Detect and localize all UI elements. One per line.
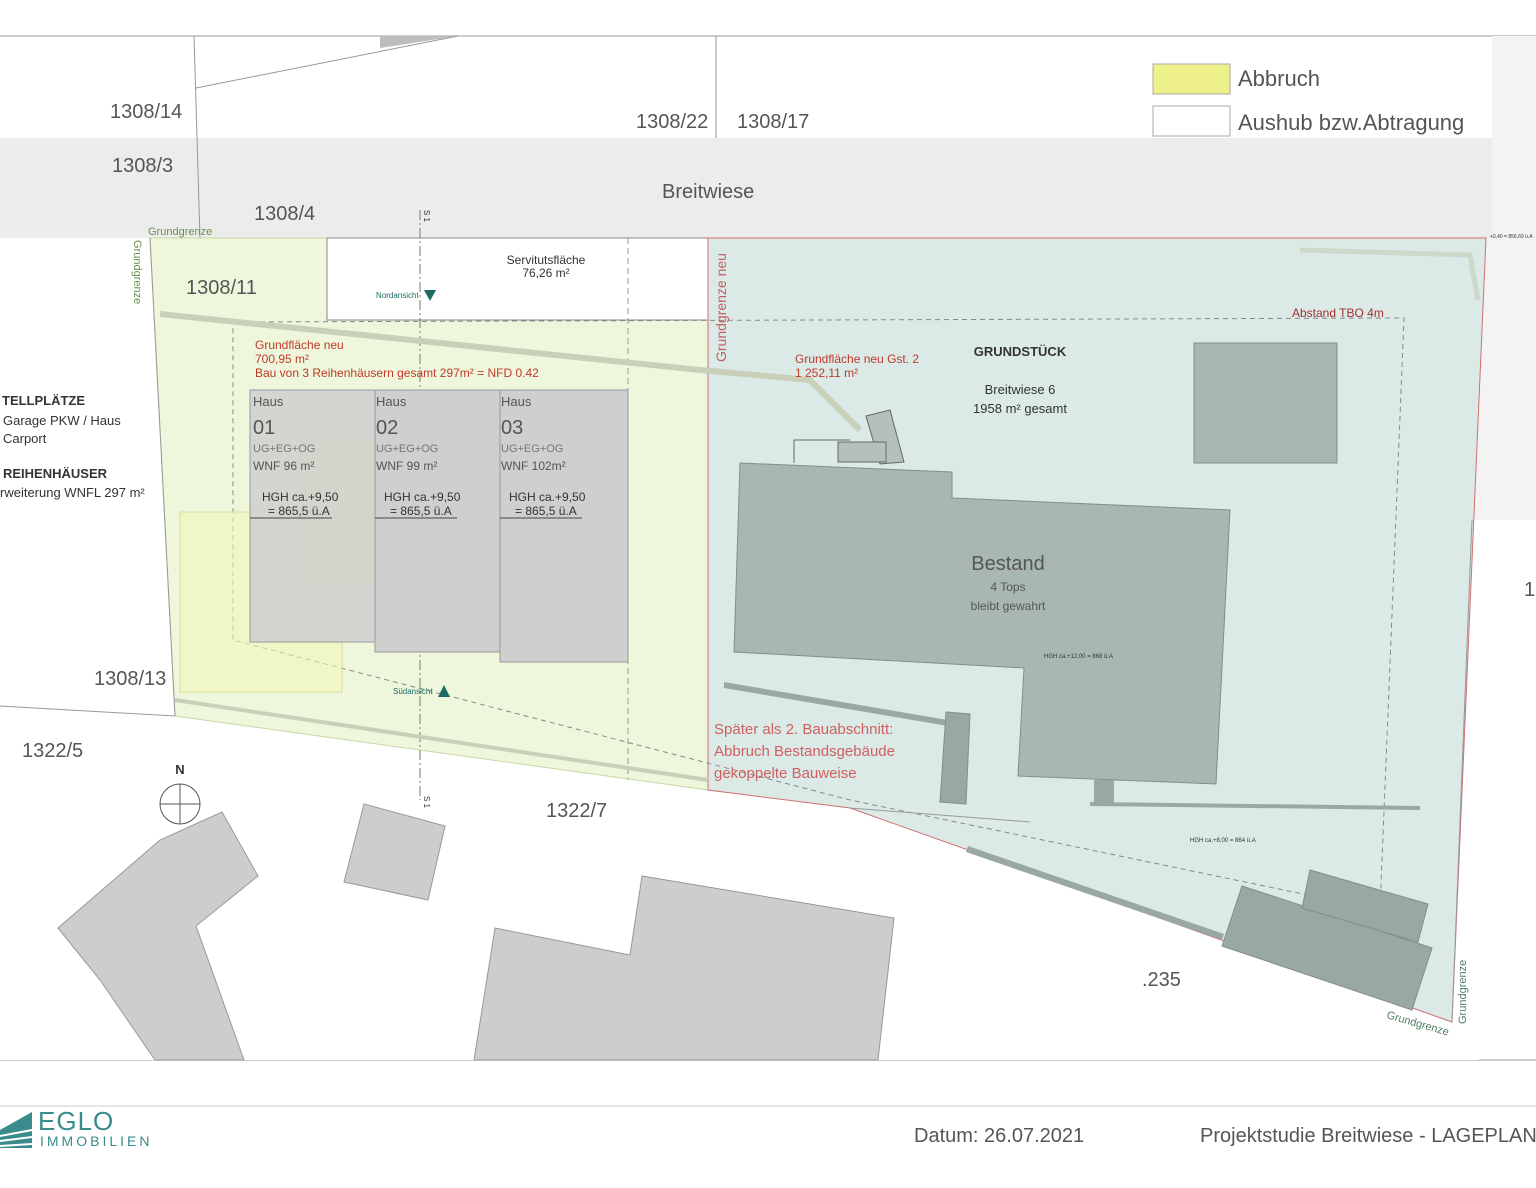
house-03-hgh1: HGH ca.+9,50	[509, 490, 586, 504]
neighbor-sliver	[380, 36, 458, 48]
logo-subtext: IMMOBILIEN	[40, 1133, 153, 1149]
parcel-label-1308-11: 1308/11	[186, 277, 257, 299]
footer-project-title: Projektstudie Breitwiese - LAGEPLAN	[1200, 1125, 1536, 1147]
legend-label-demolition: Abbruch	[1238, 66, 1320, 91]
left-extension: rweiterung WNFL 297 m²	[0, 485, 145, 500]
existing-units: 4 Tops	[990, 580, 1025, 594]
existing-title: Bestand	[971, 553, 1044, 575]
street-edge	[1492, 36, 1536, 238]
area-new-line1: Grundfläche neu	[255, 338, 344, 352]
plot-title: GRUNDSTÜCK	[974, 344, 1067, 359]
legend-swatch-excavation	[1152, 105, 1231, 137]
setback-label: Abstand TBO 4m	[1292, 306, 1384, 320]
north-view-label: Nordansicht	[376, 291, 419, 300]
house-01-hgh2: = 865,5 ü.A	[268, 504, 330, 518]
servitut-title: Servitutsfläche	[507, 253, 586, 267]
house-02-wnf: WNF 99 m²	[376, 459, 437, 473]
parcel-label-235: .235	[1142, 969, 1181, 991]
left-carport: Carport	[3, 431, 47, 446]
house-03-wnf: WNF 102m²	[501, 459, 566, 473]
parcel-label-1308-3: 1308/3	[112, 155, 173, 177]
phase2-line1: Später als 2. Bauabschnitt:	[714, 721, 893, 738]
parcel-label-13: 13	[1524, 579, 1536, 601]
left-garage: Garage PKW / Haus	[3, 413, 121, 428]
street-label: Breitwiese	[662, 181, 754, 203]
corner-height: +0,40 = 856,69 ü.A	[1490, 234, 1533, 240]
parcel-line-3	[195, 35, 459, 89]
section-label-top: S 1	[422, 210, 431, 223]
north-label: N	[175, 762, 184, 777]
post-1	[1094, 780, 1114, 804]
boundary-label-right: Grundgrenze	[1457, 960, 1469, 1024]
house-02-hgh1: HGH ca.+9,50	[384, 490, 461, 504]
section-label-bottom: S 1	[422, 796, 431, 809]
area-gst2-line2: 1 252,11 m²	[795, 366, 858, 380]
south-view-label: Südansicht	[393, 687, 433, 696]
left-parking-title: TELLPLÄTZE	[2, 393, 86, 408]
existing-status: bleibt gewahrt	[971, 599, 1046, 613]
parcel-label-1308-4: 1308/4	[254, 203, 315, 225]
stair-2	[837, 441, 887, 463]
parcel-label-1308-13: 1308/13	[94, 668, 166, 690]
phase2-line2: Abbruch Bestandsgebäude	[714, 743, 895, 760]
house-03-number: 03	[501, 417, 523, 439]
site-plan: N 1308/14 1308/22 1308/17 1308/3 1308/4 …	[0, 35, 1536, 1107]
area-gst2-line1: Grundfläche neu Gst. 2	[795, 352, 919, 366]
servitut-area	[326, 237, 709, 321]
boundary-label-top: Grundgrenze	[148, 226, 212, 238]
legend-label-excavation: Aushub bzw.Abtragung	[1238, 110, 1465, 135]
house-01-hgh1: HGH ca.+9,50	[262, 490, 339, 504]
plot-address: Breitwiese 6	[985, 382, 1056, 397]
boundary-label-left: Grundgrenze	[131, 240, 143, 304]
house-02-floors: UG+EG+OG	[376, 443, 438, 455]
shed-hgh: HGH ca.+8,00 = 864 ü.A	[1190, 838, 1256, 844]
existing-garage	[1193, 342, 1338, 464]
house-01-label: Haus	[253, 394, 284, 409]
boundary-new-label: Grundgrenze neu	[713, 253, 729, 362]
parcel-label-1322-5: 1322/5	[22, 740, 83, 762]
legend-swatch-demolition	[1152, 63, 1231, 95]
house-03-hgh2: = 865,5 ü.A	[515, 504, 577, 518]
phase2-line3: gekoppelte Bauweise	[714, 765, 857, 782]
left-rowhouses-title: REIHENHÄUSER	[3, 466, 108, 481]
existing-hgh: HGH ca.+12,00 = 868 ü.A	[1044, 654, 1113, 660]
footer-date: Datum: 26.07.2021	[914, 1125, 1085, 1147]
parcel-label-1308-22: 1308/22	[636, 111, 708, 133]
plot-area: 1958 m² gesamt	[973, 401, 1067, 416]
house-02-number: 02	[376, 417, 398, 439]
area-new-line2: 700,95 m²	[255, 352, 309, 366]
parcel-label-1308-14: 1308/14	[110, 101, 182, 123]
house-03-floors: UG+EG+OG	[501, 443, 563, 455]
servitut-area-value: 76,26 m²	[522, 266, 569, 280]
house-01-number: 01	[253, 417, 275, 439]
logo-icon	[0, 1112, 33, 1148]
house-02-label: Haus	[376, 394, 407, 409]
house-02-hgh2: = 865,5 ü.A	[390, 504, 452, 518]
house-01-floors: UG+EG+OG	[253, 443, 315, 455]
house-01-wnf: WNF 96 m²	[253, 459, 314, 473]
parcel-label-1308-17: 1308/17	[737, 111, 809, 133]
parcel-label-1322-7: 1322/7	[546, 800, 607, 822]
area-new-line3: Bau von 3 Reihenhäusern gesamt 297m² = N…	[255, 366, 539, 380]
house-03-label: Haus	[501, 394, 532, 409]
